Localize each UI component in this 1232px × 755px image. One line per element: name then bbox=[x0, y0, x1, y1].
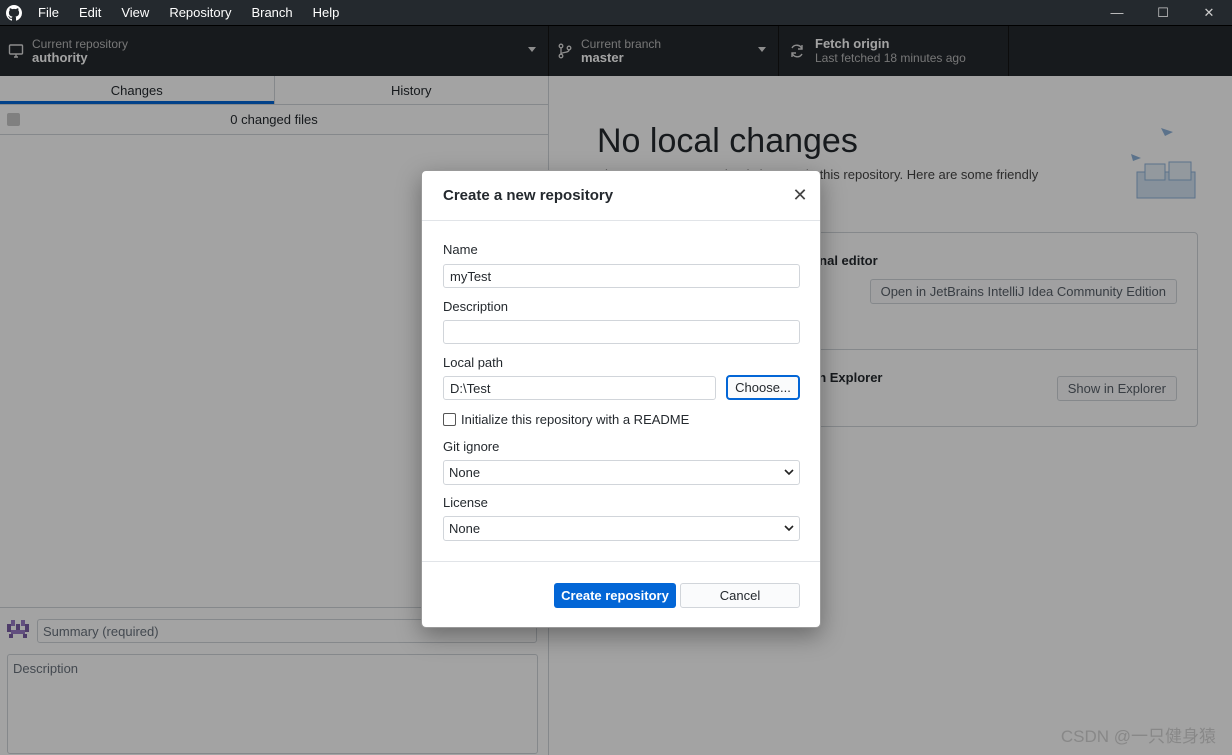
close-icon[interactable]: ✕ bbox=[792, 185, 808, 206]
gitignore-value: None bbox=[449, 465, 481, 480]
choose-button[interactable]: Choose... bbox=[726, 375, 800, 400]
create-repository-dialog: Create a new repository ✕ Name myTest De… bbox=[421, 170, 821, 628]
readme-label: Initialize this repository with a README bbox=[461, 412, 690, 427]
menu-help[interactable]: Help bbox=[303, 0, 350, 25]
chevron-down-icon bbox=[784, 469, 794, 476]
title-bar: File Edit View Repository Branch Help — … bbox=[0, 0, 1232, 25]
name-label: Name bbox=[443, 242, 478, 257]
maximize-button[interactable]: ☐ bbox=[1140, 0, 1186, 25]
readme-checkbox[interactable] bbox=[443, 413, 456, 426]
minimize-button[interactable]: — bbox=[1094, 0, 1140, 25]
license-label: License bbox=[443, 495, 488, 510]
window-controls: — ☐ ✕ bbox=[1094, 0, 1232, 25]
description-input[interactable] bbox=[443, 320, 800, 344]
license-select[interactable]: None bbox=[443, 516, 800, 541]
watermark: CSDN @一只健身猿 bbox=[1060, 727, 1216, 746]
menu-branch[interactable]: Branch bbox=[241, 0, 302, 25]
menu-view[interactable]: View bbox=[111, 0, 159, 25]
menu-bar: File Edit View Repository Branch Help bbox=[28, 0, 349, 25]
create-repository-button[interactable]: Create repository bbox=[554, 583, 676, 608]
license-value: None bbox=[449, 521, 481, 536]
menu-edit[interactable]: Edit bbox=[69, 0, 111, 25]
cancel-button[interactable]: Cancel bbox=[680, 583, 800, 608]
gitignore-label: Git ignore bbox=[443, 439, 500, 454]
description-label: Description bbox=[443, 299, 509, 314]
readme-option[interactable]: Initialize this repository with a README bbox=[443, 412, 689, 427]
chevron-down-icon bbox=[784, 525, 794, 532]
github-logo-icon bbox=[0, 0, 28, 25]
gitignore-select[interactable]: None bbox=[443, 460, 800, 485]
close-window-button[interactable]: ✕ bbox=[1186, 0, 1232, 25]
local-path-label: Local path bbox=[443, 355, 503, 370]
menu-file[interactable]: File bbox=[28, 0, 69, 25]
dialog-header: Create a new repository ✕ bbox=[422, 171, 820, 221]
name-input[interactable]: myTest bbox=[443, 264, 800, 288]
menu-repository[interactable]: Repository bbox=[159, 0, 241, 25]
dialog-footer: Create repository Cancel bbox=[422, 561, 820, 627]
local-path-input[interactable]: D:\Test bbox=[443, 376, 716, 400]
dialog-title: Create a new repository bbox=[443, 187, 614, 204]
